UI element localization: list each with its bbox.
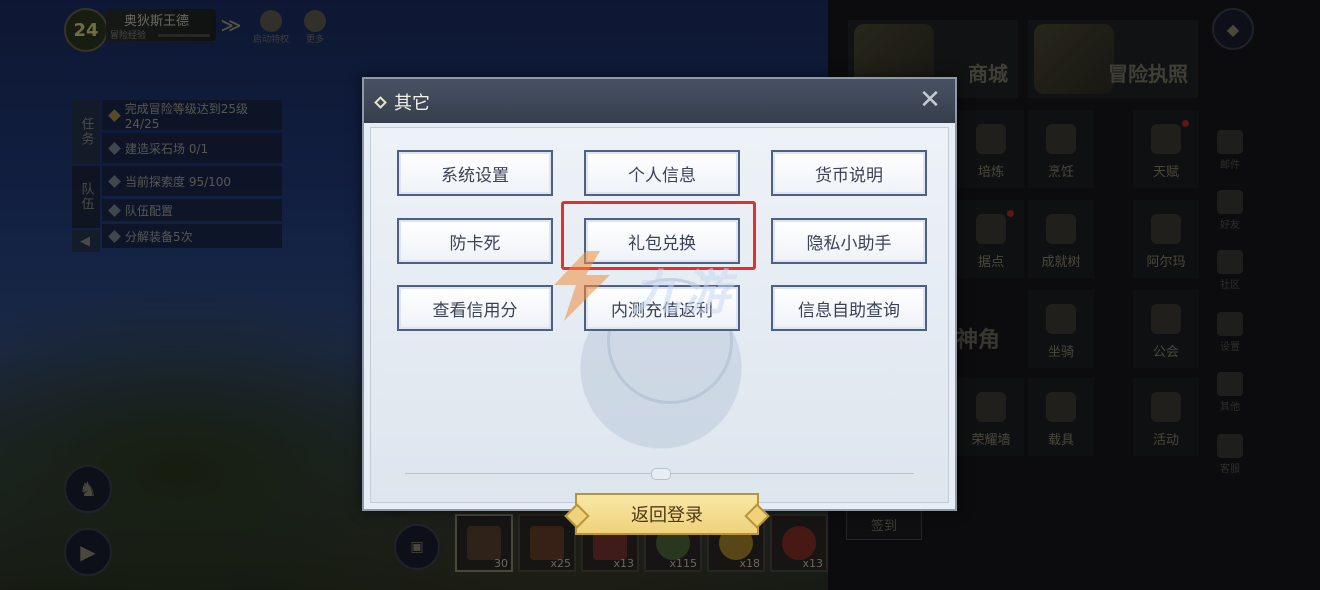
close-icon: ✕ xyxy=(919,85,941,115)
personal-info-button[interactable]: 个人信息 xyxy=(584,150,740,196)
watermark-logo-icon xyxy=(554,251,610,321)
system-settings-button[interactable]: 系统设置 xyxy=(397,150,553,196)
divider-ornament xyxy=(650,468,671,480)
watermark: 九游 xyxy=(546,243,786,331)
close-button[interactable]: ✕ xyxy=(915,85,945,115)
self-service-query-button[interactable]: 信息自助查询 xyxy=(771,285,927,331)
credit-score-button[interactable]: 查看信用分 xyxy=(397,285,553,331)
diamond-icon xyxy=(374,95,387,109)
return-to-login-button[interactable]: 返回登录 xyxy=(575,493,759,535)
privacy-assistant-button[interactable]: 隐私小助手 xyxy=(771,218,927,264)
dialog-header: 其它 ✕ xyxy=(364,79,955,123)
dialog-title-text: 其它 xyxy=(394,93,430,114)
watermark-text: 九游 xyxy=(632,265,733,321)
currency-info-button[interactable]: 货币说明 xyxy=(771,150,927,196)
anti-freeze-button[interactable]: 防卡死 xyxy=(397,218,553,264)
dialog-title: 其它 xyxy=(374,89,430,115)
divider xyxy=(405,468,914,480)
